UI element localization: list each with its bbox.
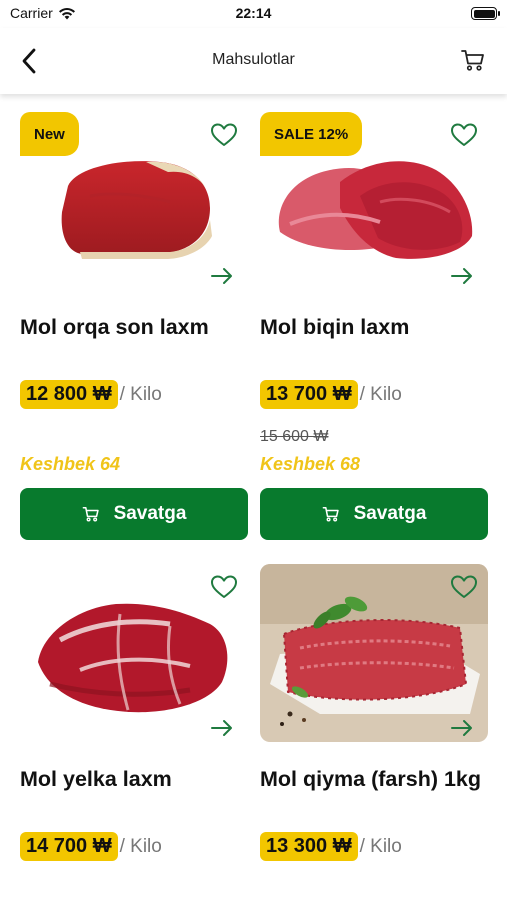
- favorite-button[interactable]: [450, 122, 478, 148]
- heart-outline-icon: [211, 123, 237, 146]
- cart-icon: [322, 507, 339, 522]
- price-unit: / Kilo: [359, 835, 402, 857]
- add-to-cart-button[interactable]: Savatga: [20, 488, 248, 540]
- arrow-right-icon: [451, 268, 472, 284]
- nav-bar: Mahsulotlar: [0, 28, 507, 94]
- add-to-cart-button[interactable]: Savatga: [260, 488, 488, 540]
- page-title: Mahsulotlar: [212, 51, 295, 68]
- product-card[interactable]: New Mol orqa son laxm 12 800 ₩ / Kilo Ke…: [20, 94, 248, 544]
- price-row: 13 700 ₩ / Kilo: [260, 380, 402, 409]
- favorite-button[interactable]: [210, 122, 238, 148]
- product-card[interactable]: SALE 12% Mol biqin laxm 13 700 ₩ / Kilo …: [260, 94, 488, 544]
- heart-outline-icon: [211, 575, 237, 598]
- arrow-right-icon: [451, 720, 472, 736]
- product-price: 13 700 ₩: [260, 380, 358, 409]
- cart-button[interactable]: [459, 46, 487, 74]
- sale-badge: SALE 12%: [260, 112, 363, 156]
- cashback-label: Keshbek 68: [260, 454, 361, 474]
- product-price: 14 700 ₩: [20, 832, 118, 861]
- heart-outline-icon: [451, 575, 477, 598]
- status-time: 22:14: [235, 5, 272, 21]
- product-name: Mol biqin laxm: [260, 315, 410, 339]
- product-name: Mol orqa son laxm: [20, 315, 209, 339]
- product-card[interactable]: Mol yelka laxm 14 700 ₩ / Kilo: [20, 546, 248, 900]
- cashback-label: Keshbek 64: [20, 454, 121, 474]
- price-row: 13 300 ₩ / Kilo: [260, 832, 402, 861]
- open-product-button[interactable]: [210, 266, 234, 286]
- product-grid: New Mol orqa son laxm 12 800 ₩ / Kilo Ke…: [0, 94, 507, 900]
- price-row: 12 800 ₩ / Kilo: [20, 380, 162, 409]
- price-unit: / Kilo: [119, 383, 162, 405]
- product-name: Mol yelka laxm: [20, 767, 172, 791]
- battery-icon: [471, 7, 500, 20]
- new-badge: New: [20, 112, 79, 156]
- old-price: 15 600 ₩: [260, 428, 329, 445]
- cart-icon: [461, 50, 484, 71]
- cart-icon: [82, 507, 99, 522]
- status-bar: Carrier 22:14: [0, 0, 507, 28]
- product-price: 12 800 ₩: [20, 380, 118, 409]
- price-unit: / Kilo: [359, 383, 402, 405]
- price-unit: / Kilo: [119, 835, 162, 857]
- price-row: 14 700 ₩ / Kilo: [20, 832, 162, 861]
- product-price: 13 300 ₩: [260, 832, 358, 861]
- heart-outline-icon: [451, 123, 477, 146]
- product-card[interactable]: Mol qiyma (farsh) 1kg 13 300 ₩ / Kilo: [260, 546, 488, 900]
- open-product-button[interactable]: [210, 718, 234, 738]
- favorite-button[interactable]: [450, 574, 478, 600]
- arrow-right-icon: [211, 720, 232, 736]
- open-product-button[interactable]: [450, 266, 474, 286]
- open-product-button[interactable]: [450, 718, 474, 738]
- add-to-cart-label: Savatga: [353, 503, 427, 524]
- arrow-right-icon: [211, 268, 232, 284]
- product-name: Mol qiyma (farsh) 1kg: [260, 767, 482, 791]
- favorite-button[interactable]: [210, 574, 238, 600]
- add-to-cart-label: Savatga: [113, 503, 187, 524]
